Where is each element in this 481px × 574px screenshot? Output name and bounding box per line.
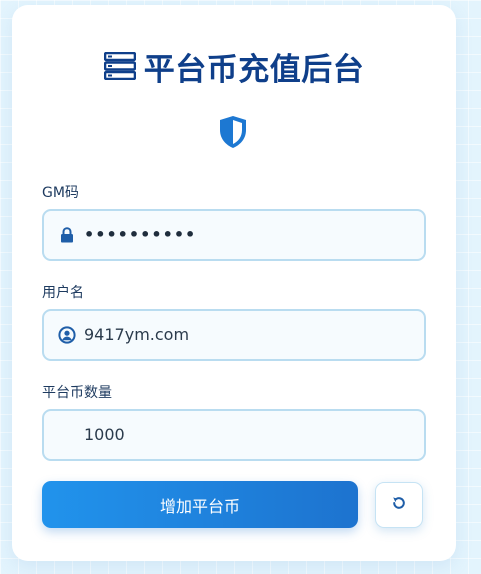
reset-button[interactable] bbox=[375, 482, 423, 528]
refresh-icon bbox=[391, 495, 407, 515]
amount-value: 1000 bbox=[84, 425, 125, 444]
lock-icon bbox=[58, 225, 76, 245]
add-coins-button-label: 增加平台币 bbox=[159, 496, 240, 516]
username-field[interactable]: 9417ym.com bbox=[42, 309, 426, 361]
add-coins-button[interactable]: 增加平台币 bbox=[42, 481, 358, 528]
shield-icon bbox=[219, 115, 247, 149]
recharge-card: 平台币充值后台 GM码 •••••••••• 用户名 9417ym.com 平台… bbox=[12, 5, 456, 561]
user-circle-icon bbox=[58, 325, 76, 345]
header: 平台币充值后台 bbox=[12, 41, 456, 91]
amount-field[interactable]: 1000 bbox=[42, 409, 426, 461]
gm-code-value: •••••••••• bbox=[84, 225, 197, 244]
username-value: 9417ym.com bbox=[84, 325, 190, 344]
gm-code-label: GM码 bbox=[42, 185, 79, 201]
gm-code-field[interactable]: •••••••••• bbox=[42, 209, 426, 261]
server-icon bbox=[103, 52, 136, 80]
amount-label: 平台币数量 bbox=[42, 385, 112, 401]
page-title: 平台币充值后台 bbox=[143, 51, 365, 88]
username-label: 用户名 bbox=[42, 285, 84, 301]
